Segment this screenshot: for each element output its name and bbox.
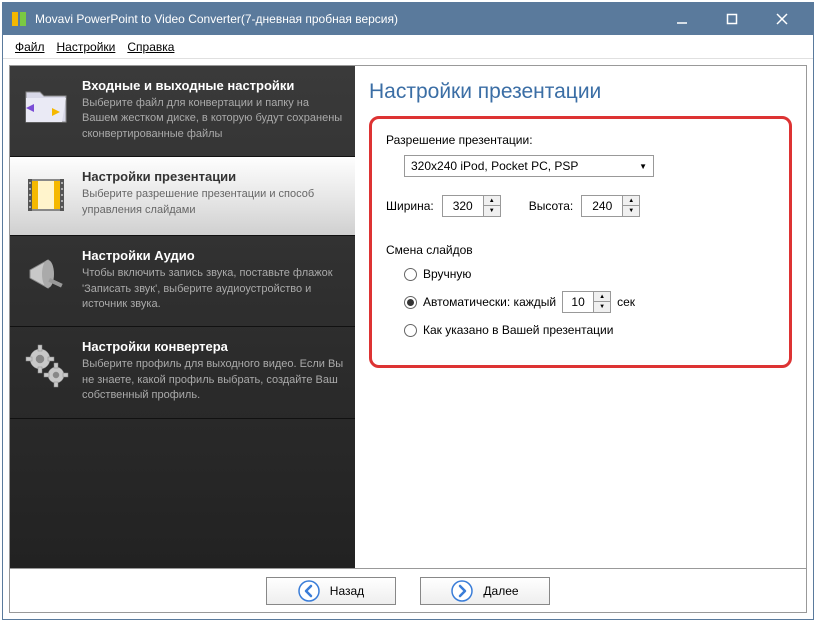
interval-spinner: ▲ ▼ [562, 291, 611, 313]
slides-radio-group: Вручную Автоматически: каждый ▲ ▼ [404, 267, 773, 337]
sidebar-title: Настройки конвертера [82, 339, 345, 354]
arrow-right-icon [451, 580, 473, 602]
radio-auto-prefix: Автоматически: каждый [423, 295, 556, 309]
width-label: Ширина: [386, 199, 434, 213]
sidebar-text: Настройки конвертера Выберите профиль дл… [82, 339, 345, 403]
interval-down-button[interactable]: ▼ [594, 302, 610, 312]
titlebar: Movavi PowerPoint to Video Converter(7-д… [3, 3, 813, 35]
radio-specified-label: Как указано в Вашей презентации [423, 323, 613, 337]
width-spinner: ▲ ▼ [442, 195, 501, 217]
megaphone-icon [20, 248, 72, 300]
back-label: Назад [330, 584, 364, 598]
width-down-button[interactable]: ▼ [484, 206, 500, 216]
sidebar-title: Входные и выходные настройки [82, 78, 345, 93]
app-icon [11, 11, 27, 27]
sidebar-title: Настройки презентации [82, 169, 345, 184]
menu-file[interactable]: Файл [15, 40, 45, 54]
sidebar-text: Настройки презентации Выберите разрешени… [82, 169, 345, 221]
dimensions-row: Ширина: ▲ ▼ Высота: ▲ [386, 195, 773, 217]
content-area: Входные и выходные настройки Выберите фа… [3, 59, 813, 619]
radio-row-specified: Как указано в Вашей презентации [404, 323, 773, 337]
sidebar-text: Настройки Аудио Чтобы включить запись зв… [82, 248, 345, 312]
radio-specified[interactable] [404, 324, 417, 337]
sidebar-desc: Чтобы включить запись звука, поставьте ф… [82, 266, 345, 312]
arrow-left-icon [298, 580, 320, 602]
film-icon [20, 169, 72, 221]
height-up-button[interactable]: ▲ [623, 196, 639, 206]
radio-row-manual: Вручную [404, 267, 773, 281]
main-panel: Входные и выходные настройки Выберите фа… [9, 65, 807, 569]
radio-auto[interactable] [404, 296, 417, 309]
height-spinner: ▲ ▼ [581, 195, 640, 217]
back-button[interactable]: Назад [266, 577, 396, 605]
spinner-buttons: ▲ ▼ [623, 195, 640, 217]
height-label: Высота: [529, 199, 574, 213]
minimize-button[interactable] [665, 9, 699, 29]
radio-manual[interactable] [404, 268, 417, 281]
settings-panel: Настройки презентации Разрешение презент… [355, 66, 806, 568]
resolution-label: Разрешение презентации: [386, 133, 773, 147]
resolution-dropdown[interactable]: 320x240 iPod, Pocket PC, PSP ▼ [404, 155, 654, 177]
width-input[interactable] [442, 195, 484, 217]
menubar: Файл Настройки Справка [3, 35, 813, 59]
sidebar-item-io[interactable]: Входные и выходные настройки Выберите фа… [10, 66, 355, 157]
sidebar-item-presentation[interactable]: Настройки презентации Выберите разрешени… [10, 157, 355, 236]
width-up-button[interactable]: ▲ [484, 196, 500, 206]
close-button[interactable] [765, 9, 799, 29]
sidebar-text: Входные и выходные настройки Выберите фа… [82, 78, 345, 142]
nav-bar: Назад Далее [9, 569, 807, 613]
radio-row-auto: Автоматически: каждый ▲ ▼ сек [404, 291, 773, 313]
chevron-down-icon: ▼ [639, 162, 647, 171]
menu-settings[interactable]: Настройки [57, 40, 116, 54]
resolution-value: 320x240 iPod, Pocket PC, PSP [411, 159, 578, 173]
height-down-button[interactable]: ▼ [623, 206, 639, 216]
gears-icon [20, 339, 72, 391]
slides-label: Смена слайдов [386, 243, 773, 257]
sidebar-item-audio[interactable]: Настройки Аудио Чтобы включить запись зв… [10, 236, 355, 327]
maximize-button[interactable] [715, 9, 749, 29]
interval-up-button[interactable]: ▲ [594, 292, 610, 302]
panel-title: Настройки презентации [369, 80, 792, 104]
next-label: Далее [483, 584, 518, 598]
radio-manual-label: Вручную [423, 267, 471, 281]
window-title: Movavi PowerPoint to Video Converter(7-д… [35, 12, 665, 26]
settings-box: Разрешение презентации: 320x240 iPod, Po… [369, 116, 792, 368]
sidebar-desc: Выберите разрешение презентации и способ… [82, 187, 345, 218]
window-controls [665, 9, 799, 29]
radio-auto-suffix: сек [617, 295, 635, 309]
folder-icon [20, 78, 72, 130]
spinner-buttons: ▲ ▼ [594, 291, 611, 313]
interval-input[interactable] [562, 291, 594, 313]
sidebar-desc: Выберите профиль для выходного видео. Ес… [82, 357, 345, 403]
spinner-buttons: ▲ ▼ [484, 195, 501, 217]
app-window: Movavi PowerPoint to Video Converter(7-д… [2, 2, 814, 620]
sidebar: Входные и выходные настройки Выберите фа… [10, 66, 355, 568]
sidebar-desc: Выберите файл для конвертации и папку на… [82, 96, 345, 142]
next-button[interactable]: Далее [420, 577, 550, 605]
height-input[interactable] [581, 195, 623, 217]
sidebar-title: Настройки Аудио [82, 248, 345, 263]
menu-help[interactable]: Справка [127, 40, 174, 54]
sidebar-item-converter[interactable]: Настройки конвертера Выберите профиль дл… [10, 327, 355, 418]
